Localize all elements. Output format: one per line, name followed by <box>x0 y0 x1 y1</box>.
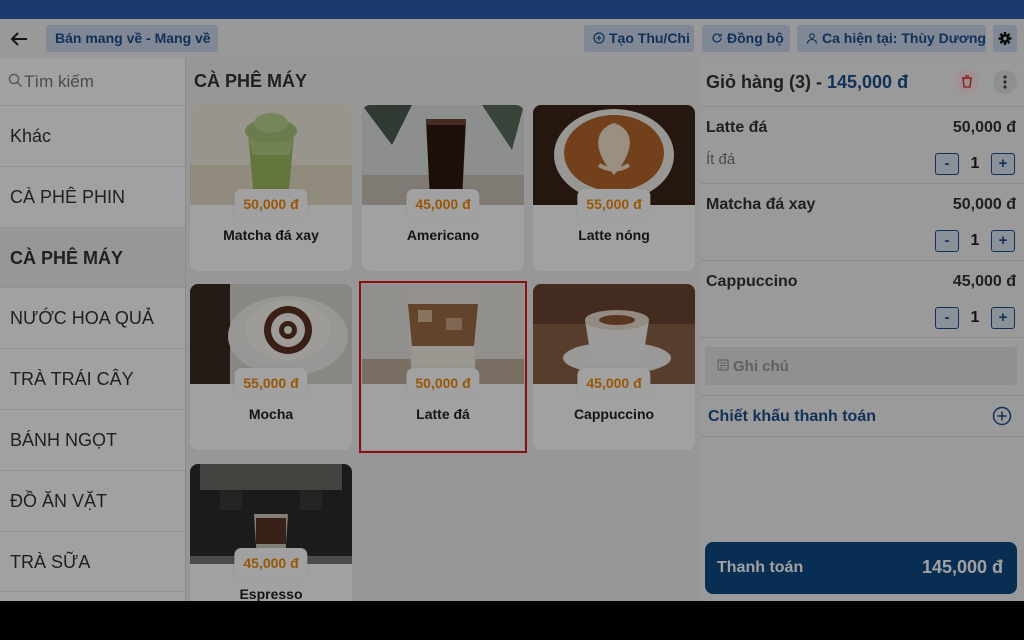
income-expense-label: Tạo Thu/Chi <box>609 30 690 46</box>
product-card-latte-da[interactable]: 50,000 đ Latte đá <box>359 281 527 453</box>
product-price: 45,000 đ <box>406 189 480 219</box>
product-card-latte-nong[interactable]: 55,000 đ Latte nóng <box>533 105 695 271</box>
product-name: Cappuccino <box>573 406 655 422</box>
qty-value: 1 <box>970 155 980 172</box>
category-item-khac[interactable]: Khác <box>0 106 185 167</box>
sync-icon <box>712 33 722 43</box>
order-mode-label: Bán mang về - Mang về <box>55 30 211 46</box>
category-item-ca-phe-phin[interactable]: CÀ PHÊ PHIN <box>0 167 185 228</box>
cart-title-label: Giỏ hàng (3) - <box>706 72 827 92</box>
product-name: Mocha <box>248 406 294 422</box>
system-nav-bar <box>0 601 1024 640</box>
cart-header: Giỏ hàng (3) - 145,000 đ <box>701 58 1024 107</box>
cart-item-note: Ít đá <box>706 151 736 168</box>
qty-plus-button[interactable]: + <box>991 230 1015 252</box>
back-button[interactable] <box>8 28 30 50</box>
create-income-expense-button[interactable]: Tạo Thu/Chi <box>584 25 694 52</box>
product-card-cappuccino[interactable]: 45,000 đ Cappuccino <box>533 284 695 450</box>
trash-icon <box>962 75 972 88</box>
category-item-do-an-vat[interactable]: ĐỒ ĂN VẶT <box>0 471 185 532</box>
qty-plus-button[interactable]: + <box>991 153 1015 175</box>
cart-item[interactable]: Latte đá 50,000 đ Ít đá - 1 + <box>701 107 1024 184</box>
qty-minus-button[interactable]: - <box>935 153 959 175</box>
product-card-espresso[interactable]: 45,000 đ Espresso <box>190 464 352 601</box>
qty-plus-button[interactable]: + <box>991 307 1015 329</box>
system-status-bar <box>0 0 1024 19</box>
product-price: 50,000 đ <box>234 189 308 219</box>
back-arrow-icon <box>10 32 27 46</box>
cart-title: Giỏ hàng (3) - 145,000 đ <box>706 72 908 93</box>
sync-button[interactable]: Đồng bộ <box>702 25 790 52</box>
gear-icon <box>998 32 1012 45</box>
product-price: 45,000 đ <box>577 368 651 398</box>
product-card-matcha[interactable]: 50,000 đ Matcha đá xay <box>190 105 352 271</box>
settings-button[interactable] <box>993 25 1017 52</box>
product-price: 45,000 đ <box>234 548 308 578</box>
category-item-tra-trai-cay[interactable]: TRÀ TRÁI CÂY <box>0 349 185 410</box>
product-card-mocha[interactable]: 55,000 đ Mocha <box>190 284 352 450</box>
cart-item-name: Latte đá <box>706 119 768 136</box>
cart-item[interactable]: Matcha đá xay 50,000 đ - 1 + <box>701 184 1024 261</box>
product-card-americano[interactable]: 45,000 đ Americano <box>362 105 524 271</box>
cart-panel: Giỏ hàng (3) - 145,000 đ Latte đá 50,000… <box>701 58 1024 601</box>
current-shift-button[interactable]: Ca hiện tại: Thùy Dương <box>797 25 986 52</box>
current-shift-label: Ca hiện tại: Thùy Dương <box>822 30 986 46</box>
search-input[interactable] <box>24 68 174 96</box>
product-name: Latte đá <box>416 406 470 422</box>
checkout-total: 145,000 đ <box>921 557 1003 577</box>
qty-minus-button[interactable]: - <box>935 230 959 252</box>
qty-minus-button[interactable]: - <box>935 307 959 329</box>
product-name: Matcha đá xay <box>223 227 319 243</box>
category-item-banh-ngot[interactable]: BÁNH NGỌT <box>0 410 185 471</box>
cart-total: 145,000 đ <box>827 72 909 92</box>
product-price: 50,000 đ <box>406 368 480 398</box>
cart-item-name: Matcha đá xay <box>706 196 816 213</box>
product-price: 55,000 đ <box>234 368 308 398</box>
category-item-nuoc-hoa-qua[interactable]: NƯỚC HOA QUẢ <box>0 288 185 350</box>
top-toolbar: Bán mang về - Mang về Tạo Thu/Chi Đồng b… <box>0 19 1024 58</box>
note-icon <box>717 359 729 371</box>
checkout-label: Thanh toán <box>717 559 804 576</box>
category-sidebar: Khác CÀ PHÊ PHIN CÀ PHÊ MÁY NƯỚC HOA QUẢ… <box>0 58 186 601</box>
search-bar <box>0 58 185 106</box>
cart-item-price: 50,000 đ <box>952 196 1016 213</box>
cart-item-price: 45,000 đ <box>952 273 1016 290</box>
sync-label: Đồng bộ <box>727 30 784 46</box>
order-note-input[interactable] <box>733 353 1003 379</box>
payment-discount-label: Chiết khấu thanh toán <box>708 408 876 425</box>
plus-circle-icon <box>593 32 605 44</box>
qty-value: 1 <box>970 232 980 249</box>
category-item-tra-sua[interactable]: TRÀ SỮA <box>0 532 185 593</box>
more-options-button[interactable] <box>993 70 1017 94</box>
user-icon <box>806 33 818 44</box>
order-note-field <box>705 347 1017 385</box>
product-name: Americano <box>406 227 480 243</box>
search-icon <box>8 73 22 87</box>
add-circle-icon[interactable] <box>992 406 1012 426</box>
more-vertical-icon <box>1003 75 1007 89</box>
section-title: CÀ PHÊ MÁY <box>194 71 308 91</box>
product-grid: CÀ PHÊ MÁY 50,000 đ Matcha đá xay 45,000… <box>186 58 701 601</box>
cart-item[interactable]: Cappuccino 45,000 đ - 1 + <box>701 261 1024 338</box>
order-mode-button[interactable]: Bán mang về - Mang về <box>46 25 218 52</box>
checkout-button[interactable]: Thanh toán 145,000 đ <box>705 542 1017 594</box>
clear-cart-button[interactable] <box>955 70 979 94</box>
qty-value: 1 <box>970 309 980 326</box>
cart-item-price: 50,000 đ <box>952 119 1016 136</box>
category-item-ca-phe-may[interactable]: CÀ PHÊ MÁY <box>0 227 185 289</box>
product-name: Espresso <box>239 586 303 601</box>
product-price: 55,000 đ <box>577 189 651 219</box>
payment-discount-row[interactable]: Chiết khấu thanh toán <box>701 395 1024 437</box>
product-name: Latte nóng <box>578 227 650 243</box>
cart-item-name: Cappuccino <box>706 273 798 290</box>
